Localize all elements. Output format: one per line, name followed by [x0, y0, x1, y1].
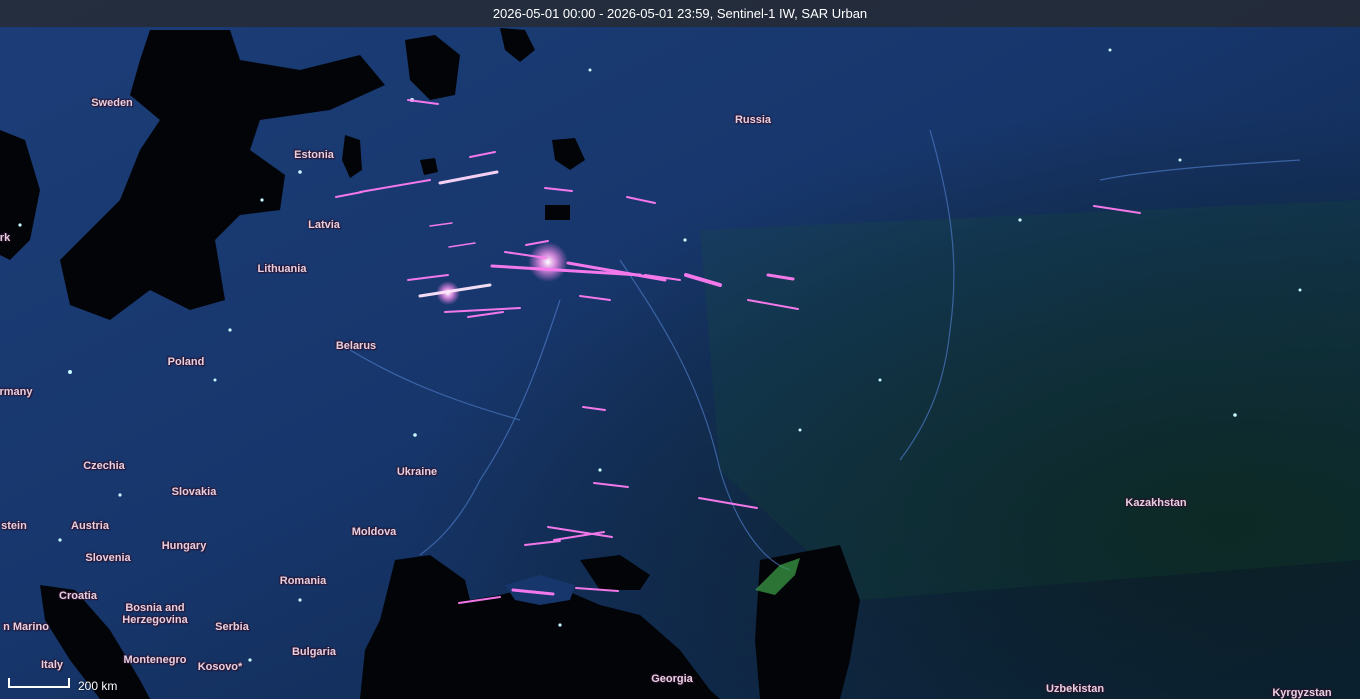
label-uzbekistan: Uzbekistan [1045, 683, 1105, 695]
label-liechtenstein: stein [1, 520, 27, 532]
label-croatia: Croatia [59, 590, 97, 602]
label-poland: Poland [167, 356, 205, 368]
label-denmark: rk [0, 232, 11, 244]
label-bulgaria: Bulgaria [291, 646, 337, 658]
label-ukraine: Ukraine [396, 466, 438, 478]
label-lithuania: Lithuania [257, 263, 307, 275]
label-austria: Austria [71, 520, 109, 532]
small-reservoir [545, 205, 570, 220]
label-romania: Romania [279, 575, 327, 587]
label-san-marino: n Marino [3, 621, 49, 633]
label-czechia: Czechia [83, 460, 125, 472]
label-serbia: Serbia [215, 621, 249, 633]
map-title-bar: 2026-05-01 00:00 - 2026-05-01 23:59, Sen… [0, 0, 1360, 27]
moscow-glow [528, 242, 568, 282]
label-estonia: Estonia [294, 149, 334, 161]
label-hungary: Hungary [161, 540, 207, 552]
green-vegetation-tint [700, 200, 1360, 600]
label-montenegro: Montenegro [123, 654, 187, 666]
label-belarus: Belarus [335, 340, 377, 352]
label-slovenia: Slovenia [85, 552, 131, 564]
sar-map[interactable] [0, 0, 1360, 699]
caspian-sea [755, 545, 860, 699]
label-sweden: Sweden [91, 97, 133, 109]
label-moldova: Moldova [351, 526, 397, 538]
scale-bar-graphic [8, 678, 70, 688]
label-russia: Russia [734, 114, 772, 126]
label-kyrgyzstan: Kyrgyzstan [1272, 687, 1332, 699]
label-kosovo: Kosovo* [197, 661, 243, 673]
label-georgia: Georgia [651, 673, 693, 685]
label-bosnia: Bosnia and Herzegovina [122, 602, 188, 626]
label-germany: rmany [0, 386, 33, 398]
label-latvia: Latvia [308, 219, 340, 231]
label-slovakia: Slovakia [171, 486, 217, 498]
label-kazakhstan: Kazakhstan [1125, 497, 1187, 509]
scale-bar-label: 200 km [78, 679, 118, 693]
label-italy: Italy [40, 659, 64, 671]
